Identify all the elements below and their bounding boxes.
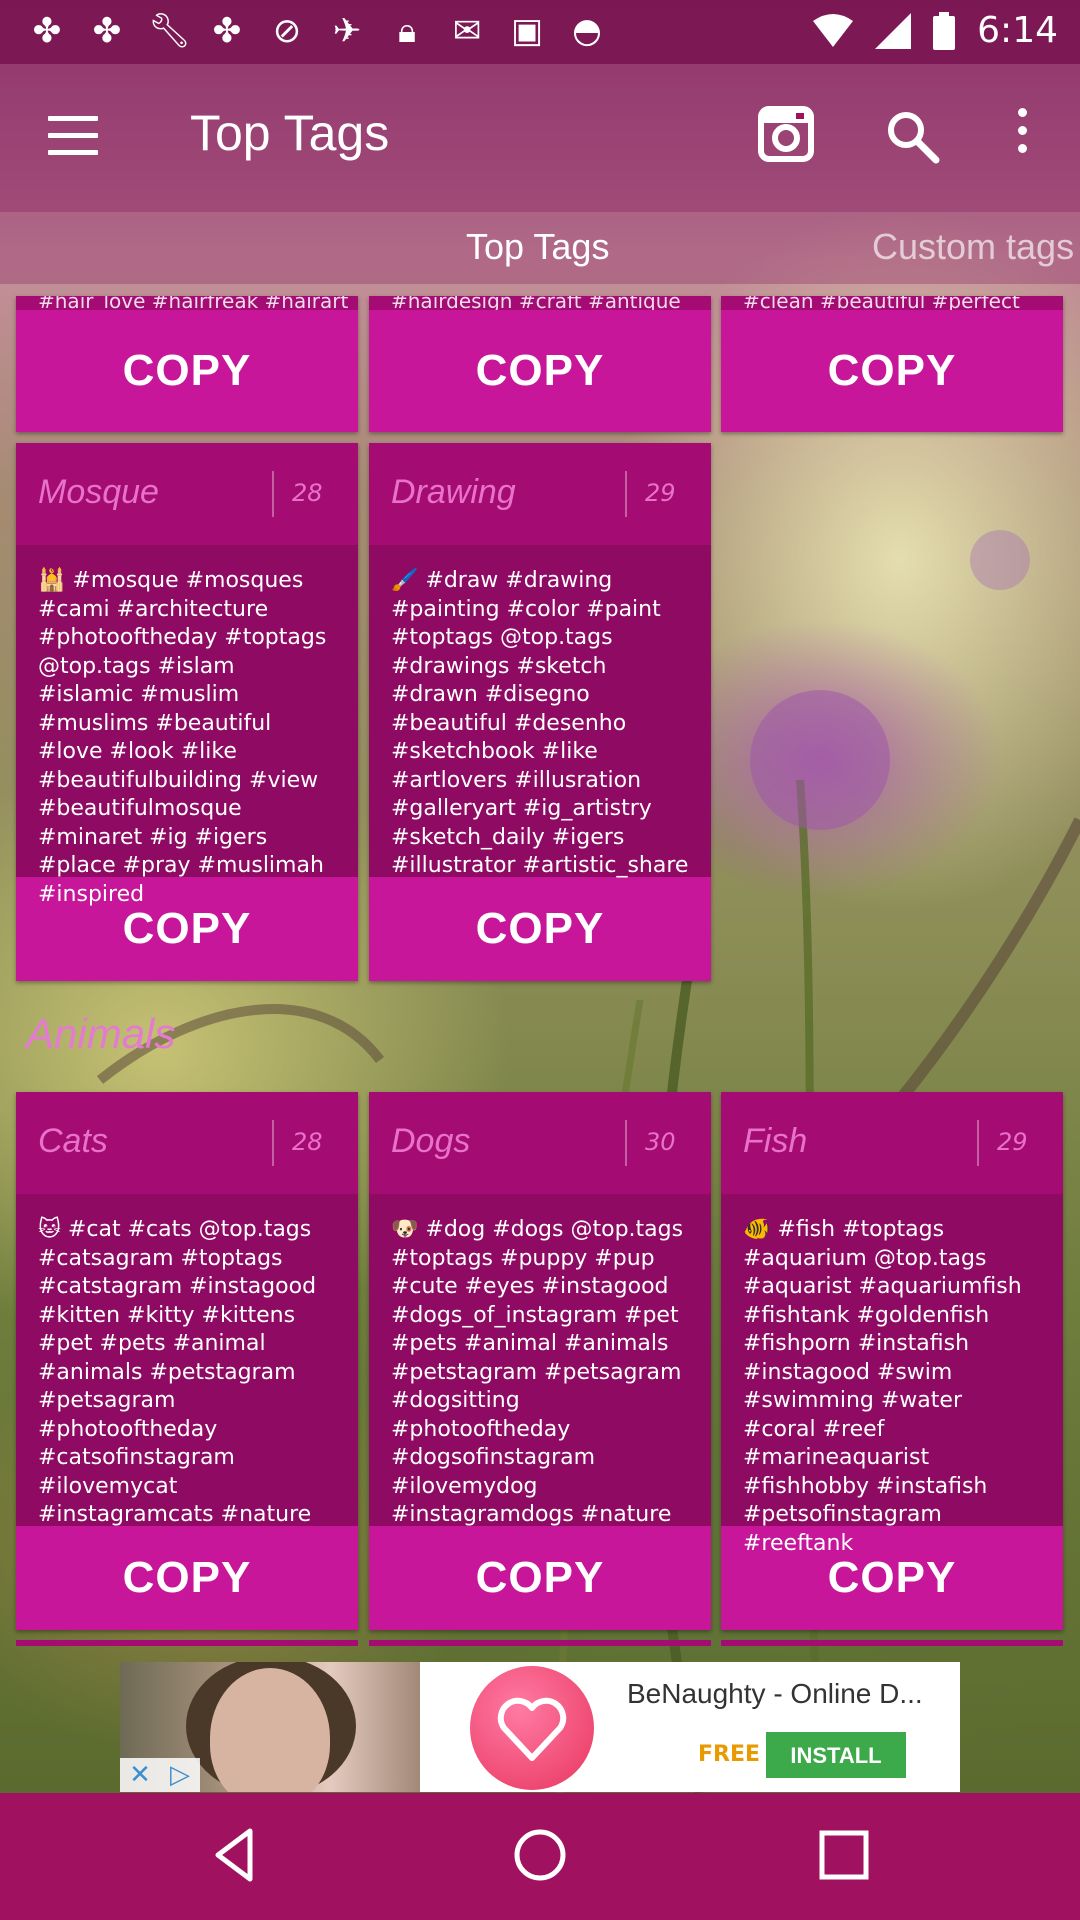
divider	[625, 471, 627, 517]
copy-button[interactable]: COPY	[16, 1526, 358, 1630]
card-header: Drawing 29	[369, 443, 711, 545]
tag-card-partial: #hair_love #hairfreak #hairart COPY	[16, 296, 358, 432]
copy-button[interactable]: COPY	[721, 310, 1063, 432]
tag-list-text: #clean #beautiful #perfect	[721, 296, 1063, 310]
tag-list-text[interactable]: 🖌️ #draw #drawing #painting #color #pain…	[369, 545, 711, 878]
next-row-card-edge	[16, 1640, 358, 1646]
satellite-icon: ✈	[332, 11, 362, 51]
category-name: Dogs	[391, 1122, 471, 1160]
next-row-card-edge	[369, 1640, 711, 1646]
copy-button[interactable]: COPY	[16, 310, 358, 432]
back-icon[interactable]	[204, 1823, 268, 1887]
heart-icon	[497, 1697, 567, 1761]
adchoices-icon[interactable]: ▷	[160, 1758, 200, 1792]
category-name: Mosque	[38, 473, 159, 511]
card-header: Mosque 28	[16, 443, 358, 545]
divider	[272, 1120, 274, 1166]
tag-count: 29	[645, 479, 676, 507]
battery-icon	[933, 11, 956, 50]
tag-list-text[interactable]: 🕌 #mosque #mosques #cami #architecture #…	[16, 545, 358, 907]
card-header: Cats 28	[16, 1092, 358, 1194]
tag-card-cats: Cats 28 🐱 #cat #cats @top.tags #catsagra…	[16, 1092, 358, 1630]
tag-card-dogs: Dogs 30 🐶 #dog #dogs @top.tags #toptags …	[369, 1092, 711, 1630]
section-title: Animals	[26, 1010, 176, 1057]
tag-count: 30	[645, 1128, 676, 1156]
recents-icon[interactable]	[812, 1823, 876, 1887]
wrench-icon: 🔧︎	[148, 11, 192, 51]
wifi-icon	[813, 13, 854, 47]
system-nav-bar	[0, 1793, 1080, 1920]
pinwheel-icon: ✤	[32, 11, 62, 51]
hamburger-menu-icon[interactable]	[48, 116, 98, 156]
card-header: Fish 29	[721, 1092, 1063, 1194]
copy-button[interactable]: COPY	[369, 877, 711, 981]
block-icon: ⊘	[272, 11, 302, 51]
category-name: Fish	[743, 1122, 808, 1160]
divider	[977, 1120, 979, 1166]
tag-list-text[interactable]: 🐠 #fish #toptags #aquarium @top.tags #aq…	[721, 1194, 1063, 1556]
mail-check-icon: ✉	[452, 11, 482, 51]
more-options-icon[interactable]	[1010, 108, 1034, 164]
category-name: Cats	[38, 1122, 108, 1160]
ad-app-logo	[470, 1666, 594, 1790]
next-row-card-edge	[721, 1640, 1063, 1646]
tag-card-mosque: Mosque 28 🕌 #mosque #mosques #cami #arch…	[16, 443, 358, 981]
tab-custom-tags[interactable]: Custom tags	[872, 226, 1074, 268]
category-name: Drawing	[391, 473, 516, 511]
ad-banner[interactable]: BeNaughty - Online D... FREE INSTALL ✕ ▷	[120, 1662, 960, 1792]
ad-install-button[interactable]: INSTALL	[766, 1732, 906, 1778]
tab-bar: Top Tags Custom tags	[0, 212, 1080, 284]
android-icon: ◓	[572, 11, 602, 51]
copy-button[interactable]: COPY	[369, 310, 711, 432]
signal-icon	[875, 12, 912, 49]
copy-button[interactable]: COPY	[369, 1526, 711, 1630]
ad-free-label: FREE	[698, 1742, 761, 1767]
tab-top-tags[interactable]: Top Tags	[466, 226, 609, 268]
tag-card-partial: #hairdesign #craft #antique COPY	[369, 296, 711, 432]
tag-count: 28	[292, 479, 323, 507]
lock-icon: 🔒︎	[397, 11, 417, 51]
divider	[625, 1120, 627, 1166]
tag-list-text[interactable]: 🐱 #cat #cats @top.tags #catsagram #topta…	[16, 1194, 358, 1527]
divider	[272, 471, 274, 517]
notification-icons: ✤ ✤ 🔧︎ ✤ ⊘ ✈ 🔒︎ ✉ ▣ ◓	[28, 12, 606, 50]
tag-list-text: #hairdesign #craft #antique	[369, 296, 711, 310]
page-title: Top Tags	[190, 105, 390, 161]
app-toolbar: Top Tags	[0, 64, 1080, 212]
home-icon[interactable]	[508, 1823, 572, 1887]
status-bar: ✤ ✤ 🔧︎ ✤ ⊘ ✈ 🔒︎ ✉ ▣ ◓ 6:14	[0, 0, 1080, 64]
card-header: Dogs 30	[369, 1092, 711, 1194]
ad-title[interactable]: BeNaughty - Online D...	[627, 1678, 923, 1710]
tag-card-drawing: Drawing 29 🖌️ #draw #drawing #painting #…	[369, 443, 711, 981]
tag-list-text: #hair_love #hairfreak #hairart	[16, 296, 358, 310]
close-icon[interactable]: ✕	[120, 1758, 160, 1792]
ad-choices[interactable]: ✕ ▷	[120, 1758, 200, 1792]
clock: 6:14	[977, 10, 1058, 51]
tag-list-text[interactable]: 🐶 #dog #dogs @top.tags #toptags #puppy #…	[369, 1194, 711, 1527]
instagram-icon[interactable]	[758, 106, 814, 162]
tag-count: 28	[292, 1128, 323, 1156]
tag-card-partial: #clean #beautiful #perfect COPY	[721, 296, 1063, 432]
pinwheel-icon: ✤	[92, 11, 122, 51]
briefcase-icon: ▣	[510, 11, 544, 51]
pinwheel-icon: ✤	[212, 11, 242, 51]
search-icon[interactable]	[884, 108, 940, 164]
tag-card-fish: Fish 29 🐠 #fish #toptags #aquarium @top.…	[721, 1092, 1063, 1630]
tag-count: 29	[997, 1128, 1028, 1156]
